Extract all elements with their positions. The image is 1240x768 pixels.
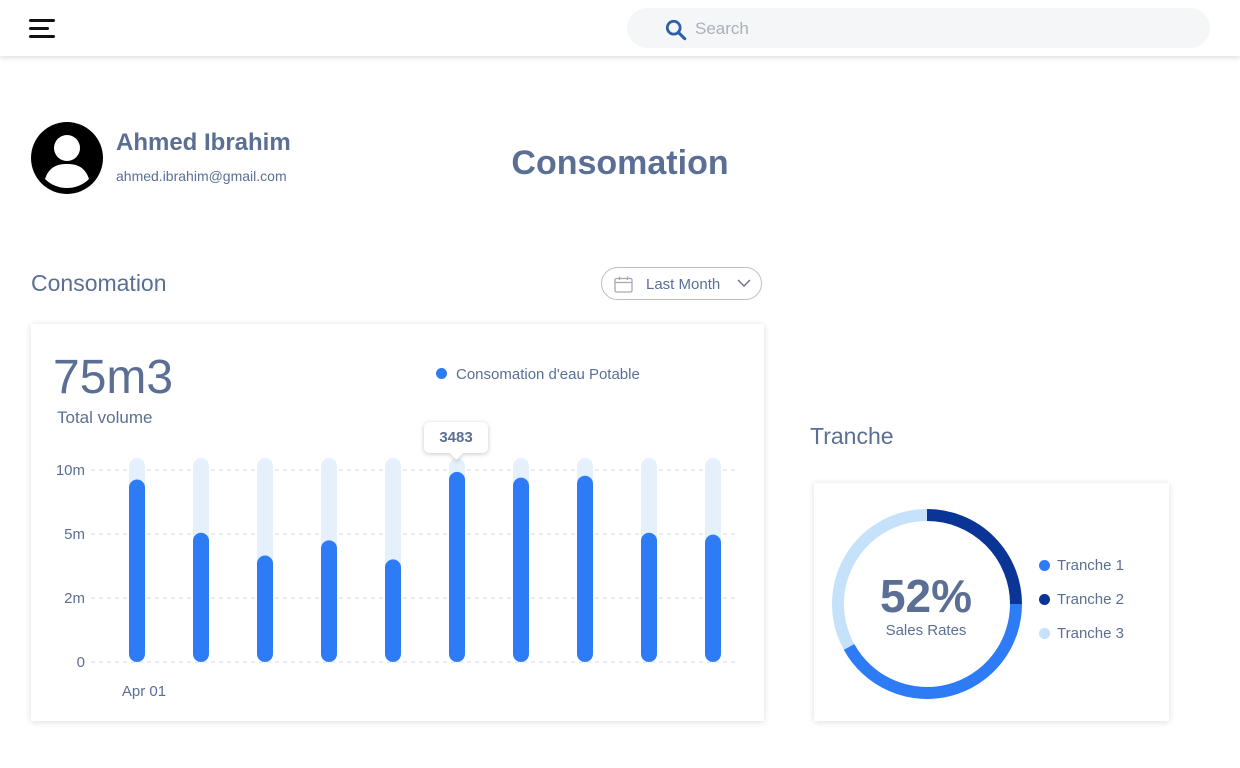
tranche-section-title: Tranche: [810, 423, 894, 449]
bar[interactable]: [577, 475, 593, 662]
bar[interactable]: [705, 534, 721, 662]
bar[interactable]: [385, 559, 401, 662]
tranche-2-legend-dot: [1039, 594, 1050, 605]
bar[interactable]: [193, 532, 209, 662]
bar[interactable]: [257, 555, 273, 662]
search-icon[interactable]: [665, 19, 687, 41]
bar[interactable]: [641, 532, 657, 662]
user-name: Ahmed Ibrahim: [116, 129, 291, 156]
bar[interactable]: [129, 479, 145, 662]
y-tick-label: 10m: [56, 462, 85, 479]
tranche-3-legend-dot: [1039, 628, 1050, 639]
y-tick-label: 5m: [64, 526, 85, 543]
bar-tooltip[interactable]: 3483: [424, 422, 488, 453]
y-tick-label: 2m: [64, 590, 85, 607]
tranche-2-legend-label: Tranche 2: [1057, 591, 1124, 608]
consumption-card: 75m3 Total volume Consomation d'eau Pota…: [31, 324, 764, 721]
calendar-icon: [614, 276, 633, 293]
donut-center-value: 52%: [879, 570, 973, 622]
avatar-icon: [31, 122, 103, 194]
bar[interactable]: [449, 471, 465, 662]
tranche-1-legend-dot: [1039, 560, 1050, 571]
bar[interactable]: [513, 477, 529, 662]
user-email: ahmed.ibrahim@gmail.com: [116, 168, 287, 184]
y-tick-label: 0: [77, 654, 85, 671]
x-tick-label: Apr 01: [122, 683, 166, 700]
consumption-section-title: Consomation: [31, 270, 167, 296]
bar[interactable]: [321, 540, 337, 662]
period-label: Last Month: [646, 276, 721, 293]
donut-center-caption: Sales Rates: [885, 622, 967, 639]
menu-icon[interactable]: [29, 19, 55, 38]
tranche-card: 52% Sales Rates Tranche 1 Tranche 2 Tran…: [814, 483, 1169, 721]
tranche-3-legend-label: Tranche 3: [1057, 625, 1124, 642]
consumption-bar-chart: 0 2m 5m 10m Apr 01: [56, 458, 739, 700]
chevron-down-icon: [737, 279, 751, 288]
search-bar[interactable]: [627, 8, 1210, 48]
search-input[interactable]: [693, 14, 1177, 44]
tranche-1-legend-label: Tranche 1: [1057, 557, 1124, 574]
top-bar: [0, 0, 1240, 56]
period-dropdown[interactable]: Last Month: [601, 267, 762, 300]
page-title: Consomation: [511, 144, 729, 182]
